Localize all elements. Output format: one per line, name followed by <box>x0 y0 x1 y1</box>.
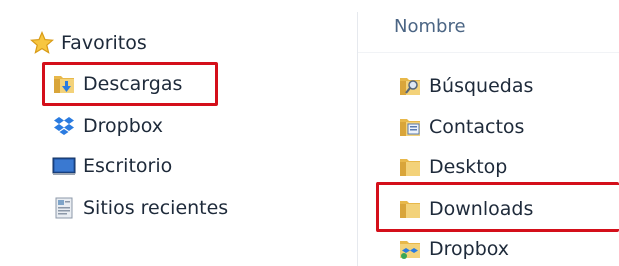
recent-places-icon <box>52 196 76 220</box>
nav-item-label: Sitios recientes <box>83 197 229 219</box>
file-item-busquedas[interactable]: Búsquedas <box>398 70 533 102</box>
highlight-box-downloads <box>376 182 619 232</box>
file-item-label: Dropbox <box>429 238 510 260</box>
column-header-nombre[interactable]: Nombre <box>394 16 466 37</box>
searches-folder-icon <box>398 74 422 98</box>
dropbox-folder-icon <box>398 237 422 261</box>
navigation-pane: Favoritos Descargas Dropbox Escritorio S… <box>0 0 357 266</box>
header-separator <box>358 52 619 53</box>
nav-item-label: Dropbox <box>83 115 164 137</box>
nav-item-dropbox[interactable]: Dropbox <box>52 110 163 142</box>
nav-favorites[interactable]: Favoritos <box>29 27 147 59</box>
dropbox-icon <box>52 114 76 138</box>
desktop-icon <box>52 154 76 178</box>
star-icon <box>29 30 55 55</box>
contacts-folder-icon <box>398 115 422 139</box>
file-item-desktop[interactable]: Desktop <box>398 151 507 183</box>
favorites-label: Favoritos <box>61 32 147 54</box>
file-item-dropbox[interactable]: Dropbox <box>398 233 509 265</box>
highlight-box-descargas <box>42 62 218 106</box>
file-item-contactos[interactable]: Contactos <box>398 111 524 143</box>
nav-item-escritorio[interactable]: Escritorio <box>52 150 172 182</box>
nav-item-sitios-recientes[interactable]: Sitios recientes <box>52 192 228 224</box>
file-item-label: Búsquedas <box>429 75 534 97</box>
folder-icon <box>398 155 422 179</box>
content-pane: Nombre Búsquedas Contactos Desktop Downl… <box>358 0 619 266</box>
file-item-label: Contactos <box>429 116 525 138</box>
nav-item-label: Escritorio <box>83 155 173 177</box>
file-item-label: Desktop <box>429 156 508 178</box>
